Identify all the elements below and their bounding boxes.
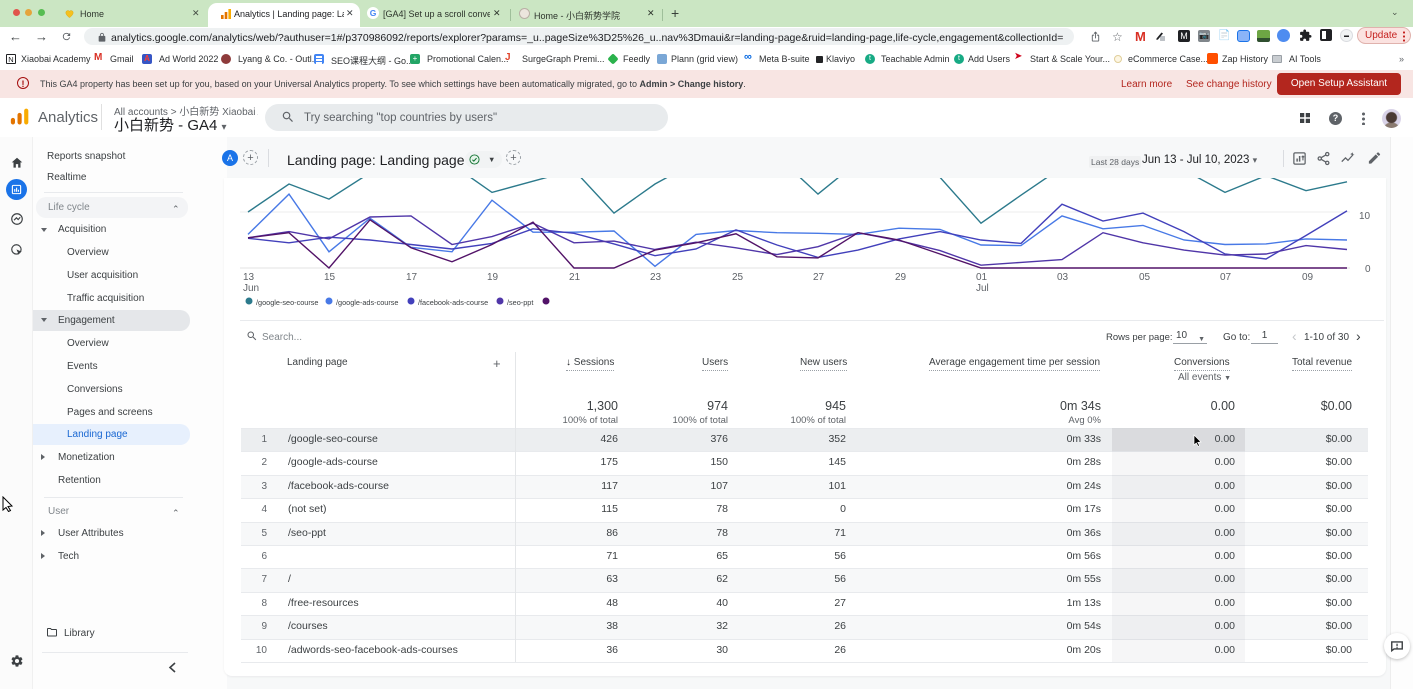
- svg-text:01: 01: [976, 272, 988, 283]
- svg-text:/seo-ppt: /seo-ppt: [507, 298, 533, 307]
- svg-text:07: 07: [1220, 272, 1232, 283]
- svg-text:15: 15: [324, 272, 336, 283]
- svg-text:0: 0: [1365, 264, 1371, 275]
- svg-text:Jul: Jul: [976, 283, 989, 294]
- svg-text:10: 10: [1359, 211, 1371, 222]
- svg-text:13: 13: [243, 272, 255, 283]
- svg-text:09: 09: [1302, 272, 1314, 283]
- svg-text:21: 21: [569, 272, 581, 283]
- svg-text:/google-seo-course: /google-seo-course: [256, 298, 318, 307]
- svg-text:29: 29: [895, 272, 907, 283]
- svg-text:19: 19: [487, 272, 499, 283]
- svg-text:27: 27: [813, 272, 825, 283]
- svg-text:23: 23: [650, 272, 662, 283]
- svg-text:17: 17: [406, 272, 418, 283]
- svg-text:/google-ads-course: /google-ads-course: [336, 298, 398, 307]
- svg-text:03: 03: [1057, 272, 1069, 283]
- svg-text:/facebook-ads-course: /facebook-ads-course: [418, 298, 488, 307]
- svg-text:25: 25: [732, 272, 744, 283]
- svg-text:05: 05: [1139, 272, 1151, 283]
- svg-text:Jun: Jun: [243, 283, 259, 294]
